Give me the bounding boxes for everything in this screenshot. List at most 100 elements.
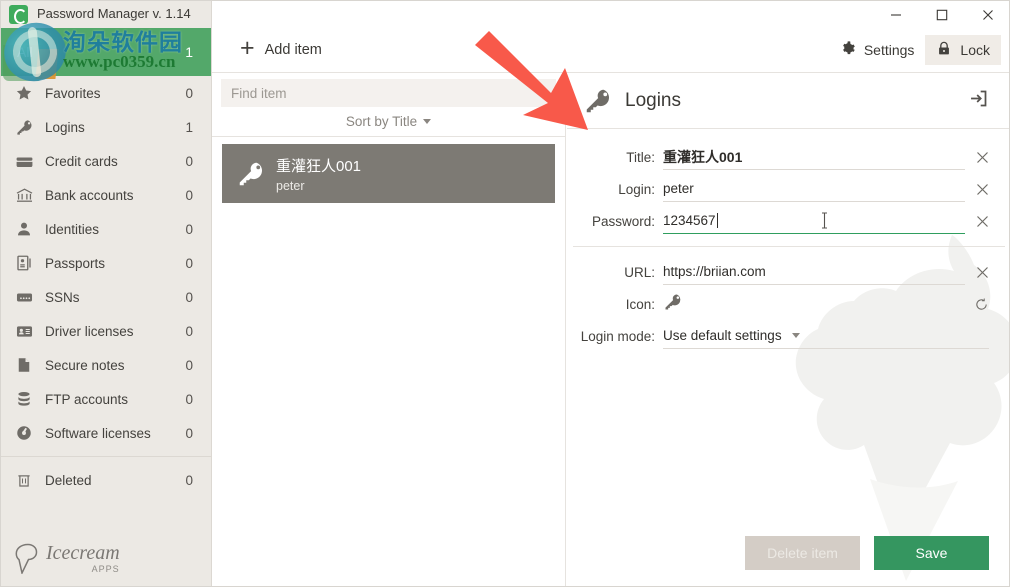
sidebar-item-count: 0 <box>185 256 193 271</box>
search-bar[interactable] <box>221 79 556 107</box>
field-url-input[interactable]: https://briian.com <box>663 259 965 285</box>
minimize-icon[interactable] <box>873 1 919 28</box>
sidebar-item-label: Passports <box>41 256 185 271</box>
detail-title: Logins <box>625 90 968 112</box>
field-url-value: https://briian.com <box>663 264 766 279</box>
license-card-icon <box>15 322 41 340</box>
icecream-apps-logo: Icecream APPS <box>15 542 120 574</box>
sidebar-item-count: 0 <box>185 86 193 101</box>
key-icon <box>663 292 683 317</box>
sidebar-item-all[interactable]: All 1 <box>1 28 211 76</box>
item-list: 重灌狂人001 peter <box>212 137 565 203</box>
field-login: Login: peter <box>567 173 1010 205</box>
sidebar-item-label: Credit cards <box>41 154 185 169</box>
title-bar: Password Manager v. 1.14 <box>212 1 1010 28</box>
sidebar-item-label: Favorites <box>41 86 185 101</box>
sidebar-item-favorites[interactable]: Favorites 0 <box>1 76 211 110</box>
detail-footer-buttons: Delete item Save <box>745 536 989 570</box>
login-mode-dropdown-inner: Use default settings <box>663 328 800 343</box>
sidebar-item-ftp-accounts[interactable]: FTP accounts 0 <box>1 382 211 416</box>
credit-card-icon <box>15 152 41 170</box>
sidebar-item-all-label: All <box>17 44 185 60</box>
field-url-label: URL: <box>573 265 663 280</box>
maximize-icon[interactable] <box>919 1 965 28</box>
field-login-value: peter <box>663 181 694 196</box>
field-password-value: 1234567 <box>663 213 716 228</box>
settings-button[interactable]: Settings <box>828 35 926 65</box>
sidebar-item-count: 0 <box>185 392 193 407</box>
lock-button[interactable]: Lock <box>925 35 1001 65</box>
key-icon <box>236 159 276 189</box>
sidebar-item-deleted[interactable]: Deleted 0 <box>1 463 211 497</box>
login-mode-value: Use default settings <box>663 328 782 343</box>
field-password: Password: 1234567 <box>567 205 1010 237</box>
refresh-icon[interactable] <box>974 297 989 312</box>
disc-icon <box>15 424 41 442</box>
close-icon[interactable] <box>965 1 1010 28</box>
detail-panel: Logins Title: 重灌狂人001 Login: peter <box>567 73 1010 587</box>
login-mode-dropdown[interactable]: Use default settings <box>663 323 989 349</box>
field-login-label: Login: <box>573 182 663 197</box>
apps-text: APPS <box>92 564 120 574</box>
lock-label: Lock <box>960 42 990 58</box>
field-login-mode-label: Login mode: <box>573 329 663 344</box>
sort-by-dropdown[interactable]: Sort by Title <box>346 114 431 129</box>
sidebar-item-count: 0 <box>185 358 193 373</box>
server-stack-icon <box>15 390 41 408</box>
sidebar-item-count: 0 <box>185 188 193 203</box>
field-icon-value[interactable] <box>663 291 964 317</box>
person-icon <box>15 220 41 238</box>
sidebar-item-bank-accounts[interactable]: Bank accounts 0 <box>1 178 211 212</box>
list-item-subtitle: peter <box>276 179 361 193</box>
icecream-text: Icecream <box>46 543 120 563</box>
sidebar-item-label: Logins <box>41 120 185 135</box>
field-group-divider <box>573 246 1005 247</box>
field-title: Title: 重灌狂人001 <box>567 141 1010 173</box>
save-button[interactable]: Save <box>874 536 989 570</box>
clear-password-icon[interactable] <box>975 215 989 228</box>
list-item[interactable]: 重灌狂人001 peter <box>222 144 555 203</box>
field-password-input[interactable]: 1234567 <box>663 208 965 234</box>
sidebar-item-software-licenses[interactable]: Software licenses 0 <box>1 416 211 450</box>
detail-header: Logins <box>567 73 1010 129</box>
sidebar-item-label: Driver licenses <box>41 324 185 339</box>
bank-icon <box>15 186 41 204</box>
clear-title-icon[interactable] <box>975 151 989 164</box>
toolbar-right-group: Settings Lock <box>828 35 1001 65</box>
add-item-button[interactable]: + Add item <box>234 36 328 64</box>
field-title-input[interactable]: 重灌狂人001 <box>663 144 965 170</box>
sidebar-item-label: Identities <box>41 222 185 237</box>
note-icon <box>15 356 41 374</box>
sidebar-item-label: FTP accounts <box>41 392 185 407</box>
sidebar-item-count: 0 <box>185 290 193 305</box>
field-url: URL: https://briian.com <box>567 256 1010 288</box>
sidebar-item-credit-cards[interactable]: Credit cards 0 <box>1 144 211 178</box>
sidebar-item-passports[interactable]: Passports 0 <box>1 246 211 280</box>
sidebar-item-count: 1 <box>185 120 193 135</box>
gear-icon <box>839 40 856 60</box>
delete-item-button[interactable]: Delete item <box>745 536 860 570</box>
sort-row: Sort by Title <box>212 107 565 137</box>
sidebar-item-identities[interactable]: Identities 0 <box>1 212 211 246</box>
sidebar-item-ssns[interactable]: SSNs 0 <box>1 280 211 314</box>
clear-login-icon[interactable] <box>975 183 989 196</box>
list-item-text: 重灌狂人001 peter <box>276 155 361 193</box>
sort-by-label: Sort by Title <box>346 114 417 129</box>
field-password-label: Password: <box>573 214 663 229</box>
go-to-login-icon[interactable] <box>968 88 989 114</box>
sidebar-nav-list: Favorites 0 Logins 1 Credit cards 0 <box>1 76 211 497</box>
text-cursor-icon <box>820 211 829 230</box>
search-input[interactable] <box>231 86 546 101</box>
sidebar-item-logins[interactable]: Logins 1 <box>1 110 211 144</box>
field-icon: Icon: <box>567 288 1010 320</box>
clear-url-icon[interactable] <box>975 266 989 279</box>
field-login-input[interactable]: peter <box>663 176 965 202</box>
sidebar-item-label: Secure notes <box>41 358 185 373</box>
lock-icon <box>936 40 952 60</box>
sidebar-item-count: 0 <box>185 324 193 339</box>
sidebar-item-secure-notes[interactable]: Secure notes 0 <box>1 348 211 382</box>
sidebar-item-count: 0 <box>185 426 193 441</box>
ssn-card-icon <box>15 288 41 306</box>
window-title: Password Manager v. 1.14 <box>37 6 191 21</box>
sidebar-item-driver-licenses[interactable]: Driver licenses 0 <box>1 314 211 348</box>
